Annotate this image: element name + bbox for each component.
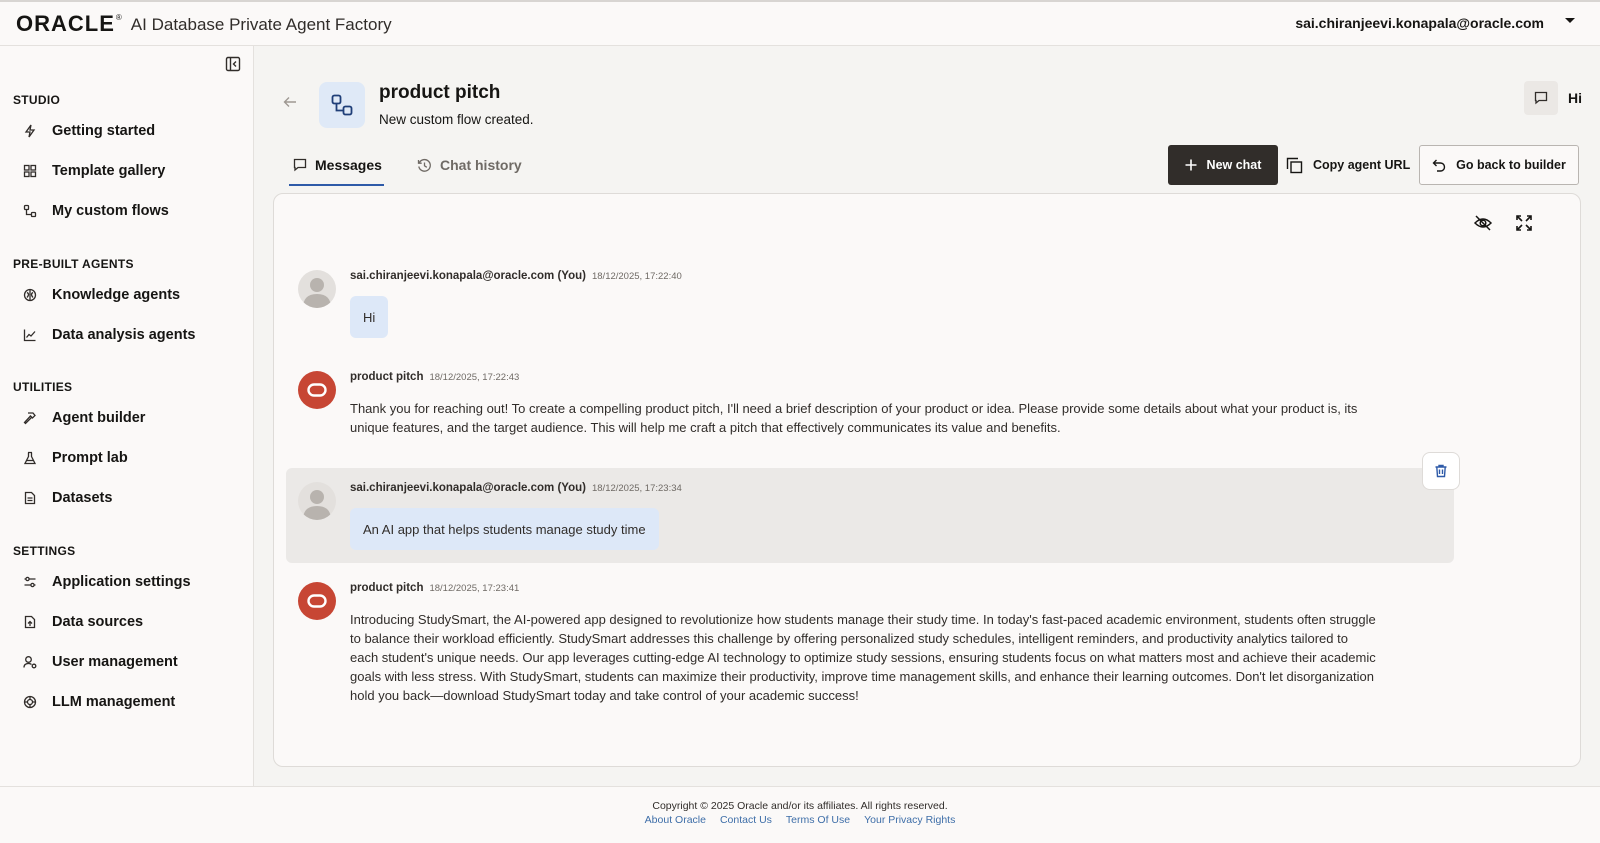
expand-icon[interactable]	[1513, 212, 1535, 234]
delete-message-button[interactable]	[1422, 452, 1460, 490]
file-link-icon	[22, 614, 38, 630]
conversation-label: Hi	[1568, 90, 1582, 106]
user-avatar	[298, 270, 336, 308]
message-meta: sai.chiranjeevi.konapala@oracle.com (You…	[350, 270, 682, 282]
footer-link-terms-of-use[interactable]: Terms Of Use	[786, 814, 850, 826]
flow-icon	[22, 203, 38, 219]
brain-icon	[22, 287, 38, 303]
eye-off-icon[interactable]	[1472, 212, 1494, 234]
message-meta: sai.chiranjeevi.konapala@oracle.com (You…	[350, 482, 682, 494]
section-title-utilities: UTILITIES	[13, 380, 73, 394]
footer-link-about-oracle[interactable]: About Oracle	[645, 814, 706, 826]
chat-panel: sai.chiranjeevi.konapala@oracle.com (You…	[273, 193, 1581, 767]
user-message-bubble: Hi	[350, 296, 389, 338]
collapse-sidebar-icon[interactable]	[225, 56, 243, 74]
go-back-to-builder-button[interactable]: Go back to builder	[1419, 145, 1579, 185]
sidebar-item-template-gallery[interactable]: Template gallery	[22, 159, 165, 183]
user-message-bubble: An AI app that helps students manage stu…	[350, 508, 659, 550]
new-chat-button[interactable]: New chat	[1168, 145, 1278, 185]
section-title-settings: SETTINGS	[13, 544, 76, 558]
hammer-icon	[22, 410, 38, 426]
tab-messages[interactable]: Messages	[289, 150, 384, 186]
caret-down-icon[interactable]	[1564, 17, 1576, 25]
copy-icon	[1286, 157, 1303, 174]
plus-icon	[1185, 159, 1197, 171]
section-title-pre-built-agents: PRE-BUILT AGENTS	[13, 257, 134, 271]
app-header: ORACLE ® AI Database Private Agent Factor…	[0, 0, 1600, 46]
oracle-logo[interactable]: ORACLE ®	[16, 11, 123, 37]
undo-arrow-icon	[1432, 158, 1446, 172]
user-avatar	[298, 482, 336, 520]
sidebar-item-data-analysis-agents[interactable]: Data analysis agents	[22, 323, 195, 347]
footer: Copyright © 2025 Oracle and/or its affil…	[0, 786, 1600, 843]
sidebar-item-application-settings[interactable]: Application settings	[22, 570, 191, 594]
message-meta: product pitch 18/12/2025, 17:22:43	[350, 371, 520, 383]
message-meta: product pitch 18/12/2025, 17:23:41	[350, 582, 520, 594]
user-gear-icon	[22, 654, 38, 670]
bolt-icon	[22, 123, 38, 139]
message-item: product pitch 18/12/2025, 17:23:41 Introd…	[286, 568, 1454, 718]
sidebar-item-user-management[interactable]: User management	[22, 650, 178, 674]
chat-bubble-icon[interactable]	[1524, 81, 1558, 115]
page-subtitle: New custom flow created.	[379, 112, 534, 127]
sidebar-item-getting-started[interactable]: Getting started	[22, 119, 155, 143]
copyright-text: Copyright © 2025 Oracle and/or its affil…	[652, 800, 948, 812]
sliders-icon	[22, 574, 38, 590]
sidebar-item-knowledge-agents[interactable]: Knowledge agents	[22, 283, 180, 307]
message-item: sai.chiranjeevi.konapala@oracle.com (You…	[286, 256, 1454, 346]
product-name: AI Database Private Agent Factory	[130, 14, 392, 34]
tab-chat-history[interactable]: Chat history	[417, 150, 522, 180]
main-content: product pitch New custom flow created. H…	[255, 46, 1600, 786]
sidebar-item-datasets[interactable]: Datasets	[22, 486, 112, 510]
trash-icon	[1435, 464, 1447, 478]
footer-link-privacy-rights[interactable]: Your Privacy Rights	[864, 814, 955, 826]
flow-icon	[319, 82, 365, 128]
message-icon	[293, 158, 307, 172]
back-arrow-icon[interactable]	[283, 96, 297, 108]
agent-avatar	[298, 582, 336, 620]
footer-link-contact-us[interactable]: Contact Us	[720, 814, 772, 826]
message-item: product pitch 18/12/2025, 17:22:43 Thank …	[286, 357, 1454, 447]
grid-icon	[22, 163, 38, 179]
user-menu-email[interactable]: sai.chiranjeevi.konapala@oracle.com	[1295, 15, 1544, 31]
history-icon	[417, 158, 432, 173]
flask-icon	[22, 450, 38, 466]
footer-links: About Oracle Contact Us Terms Of Use You…	[0, 814, 1600, 826]
sidebar-item-agent-builder[interactable]: Agent builder	[22, 406, 145, 430]
sidebar-item-llm-management[interactable]: LLM management	[22, 690, 175, 714]
section-title-studio: STUDIO	[13, 93, 61, 107]
sidebar-item-my-custom-flows[interactable]: My custom flows	[22, 199, 169, 223]
message-item: sai.chiranjeevi.konapala@oracle.com (You…	[286, 452, 1460, 563]
agent-avatar	[298, 371, 336, 409]
page-title: product pitch	[379, 82, 501, 103]
agent-message-text: Introducing StudySmart, the AI-powered a…	[350, 612, 1376, 703]
copy-agent-url-button[interactable]: Copy agent URL	[1286, 145, 1410, 185]
sidebar: STUDIO Getting started Template gallery …	[0, 46, 254, 786]
sidebar-item-data-sources[interactable]: Data sources	[22, 610, 143, 634]
agent-message-text: Thank you for reaching out! To create a …	[350, 401, 1358, 435]
cog-brain-icon	[22, 694, 38, 710]
sidebar-item-prompt-lab[interactable]: Prompt lab	[22, 446, 128, 470]
chart-line-icon	[22, 327, 38, 343]
document-icon	[22, 490, 38, 506]
